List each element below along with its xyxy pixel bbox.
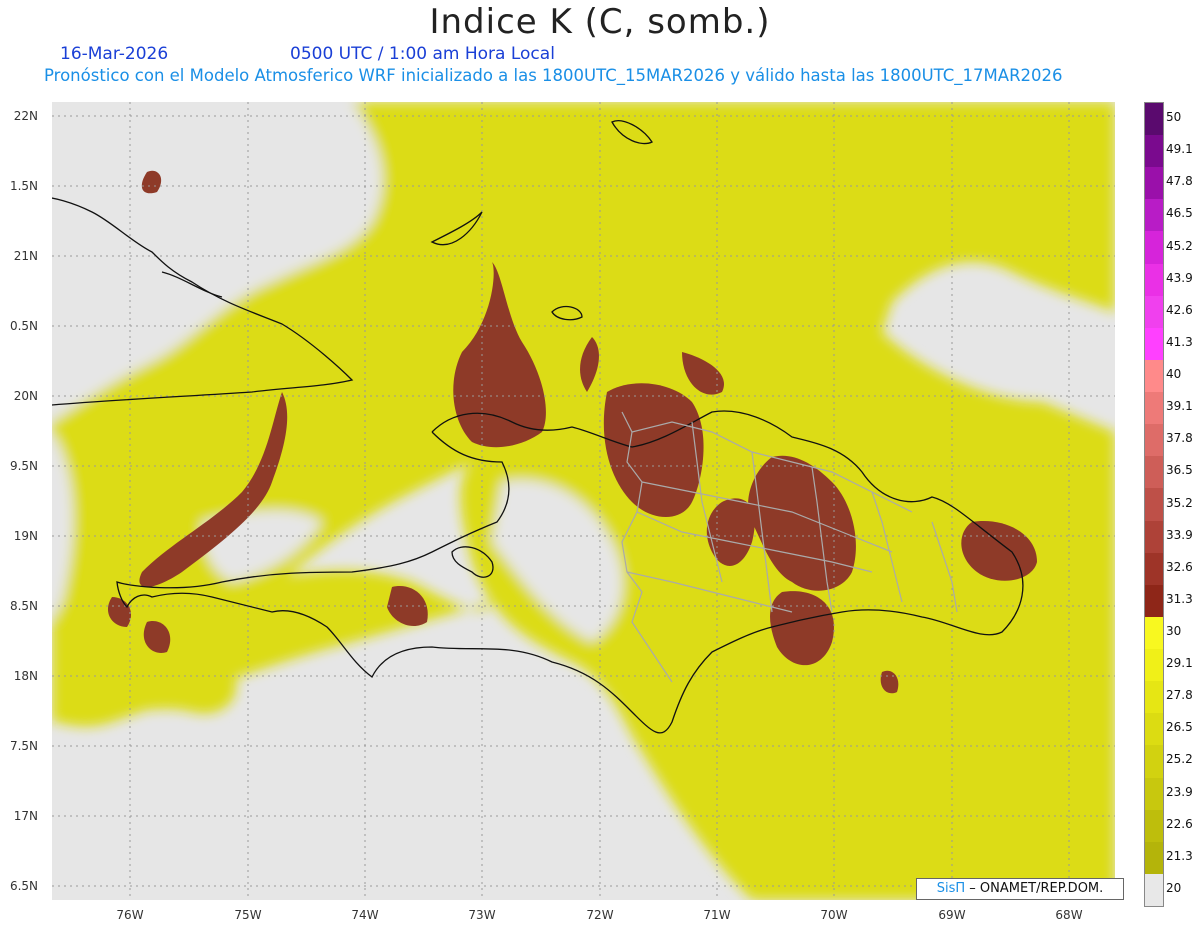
lat-label: 0.5N	[9, 319, 38, 333]
lat-label: 20N	[13, 389, 38, 403]
lat-label: 8.5N	[9, 599, 38, 613]
legend-label: 40	[1166, 367, 1182, 382]
legend-swatch	[1145, 103, 1163, 136]
map-panel	[52, 102, 1115, 900]
legend-swatch	[1145, 263, 1163, 297]
lon-label: 76W	[116, 908, 144, 922]
lat-label: 21N	[13, 249, 38, 263]
legend-label: 43.9	[1166, 270, 1193, 285]
credit-box: SisΠ – ONAMET/REP.DOM.	[916, 878, 1124, 900]
legend-swatch	[1145, 681, 1163, 714]
lat-label: 22N	[13, 109, 38, 123]
forecast-date: 16-Mar-2026	[60, 44, 169, 64]
legend-label: 29.1	[1166, 656, 1193, 671]
lon-label: 73W	[468, 908, 496, 922]
legend-label: 27.8	[1166, 688, 1193, 703]
legend-swatch	[1145, 456, 1163, 489]
legend-swatch	[1145, 584, 1163, 618]
lon-label: 75W	[234, 908, 262, 922]
lon-label: 69W	[938, 908, 966, 922]
forecast-description: Pronóstico con el Modelo Atmosferico WRF…	[44, 66, 1063, 85]
legend-label: 23.9	[1166, 784, 1193, 799]
legend-swatch	[1145, 295, 1163, 329]
legend-swatch	[1145, 841, 1163, 875]
lat-label: 19N	[13, 529, 38, 543]
legend-swatch	[1145, 359, 1163, 393]
chart-title: Indice K (C, somb.)	[429, 2, 771, 42]
credit-text: – ONAMET/REP.DOM.	[965, 881, 1104, 896]
legend-label: 20	[1166, 880, 1182, 895]
legend-swatch	[1145, 231, 1163, 265]
legend-swatch	[1145, 327, 1163, 361]
legend-label: 42.6	[1166, 302, 1193, 317]
legend-swatch	[1145, 167, 1163, 200]
lat-label: 1.5N	[9, 179, 38, 193]
color-legend	[1144, 102, 1164, 907]
legend-label: 25.2	[1166, 752, 1193, 767]
legend-swatch	[1145, 135, 1163, 168]
legend-swatch	[1145, 777, 1163, 811]
legend-swatch	[1145, 745, 1163, 778]
legend-label: 39.1	[1166, 399, 1193, 414]
legend-label: 37.8	[1166, 431, 1193, 446]
lon-label: 74W	[351, 908, 379, 922]
legend-label: 41.3	[1166, 334, 1193, 349]
legend-swatch	[1145, 649, 1163, 682]
lat-label: 18N	[13, 669, 38, 683]
legend-label: 21.3	[1166, 848, 1193, 863]
k-index-map	[52, 102, 1115, 900]
legend-label: 33.9	[1166, 527, 1193, 542]
legend-label: 45.2	[1166, 238, 1193, 253]
legend-swatch	[1145, 809, 1163, 843]
lat-label: 17N	[13, 809, 38, 823]
legend-swatch	[1145, 520, 1163, 554]
legend-swatch	[1145, 552, 1163, 586]
lat-label: 9.5N	[9, 459, 38, 473]
legend-swatch	[1145, 199, 1163, 232]
credit-brand: SisΠ	[936, 881, 966, 896]
legend-swatch	[1145, 873, 1163, 907]
legend-swatch	[1145, 392, 1163, 425]
legend-label: 47.8	[1166, 174, 1193, 189]
lon-label: 71W	[703, 908, 731, 922]
valid-time: 0500 UTC / 1:00 am Hora Local	[290, 44, 555, 64]
legend-label: 35.2	[1166, 495, 1193, 510]
legend-label: 49.1	[1166, 142, 1193, 157]
legend-label: 46.5	[1166, 206, 1193, 221]
lon-label: 72W	[586, 908, 614, 922]
lat-label: 7.5N	[9, 739, 38, 753]
legend-swatch	[1145, 616, 1163, 650]
lon-label: 70W	[820, 908, 848, 922]
legend-swatch	[1145, 488, 1163, 522]
legend-label: 30	[1166, 623, 1182, 638]
lat-label: 6.5N	[9, 879, 38, 893]
legend-label: 31.3	[1166, 591, 1193, 606]
legend-label: 36.5	[1166, 463, 1193, 478]
legend-label: 22.6	[1166, 816, 1193, 831]
legend-label: 26.5	[1166, 720, 1193, 735]
lon-label: 68W	[1055, 908, 1083, 922]
legend-swatch	[1145, 424, 1163, 457]
legend-swatch	[1145, 713, 1163, 746]
legend-label: 50	[1166, 110, 1182, 125]
legend-label: 32.6	[1166, 559, 1193, 574]
